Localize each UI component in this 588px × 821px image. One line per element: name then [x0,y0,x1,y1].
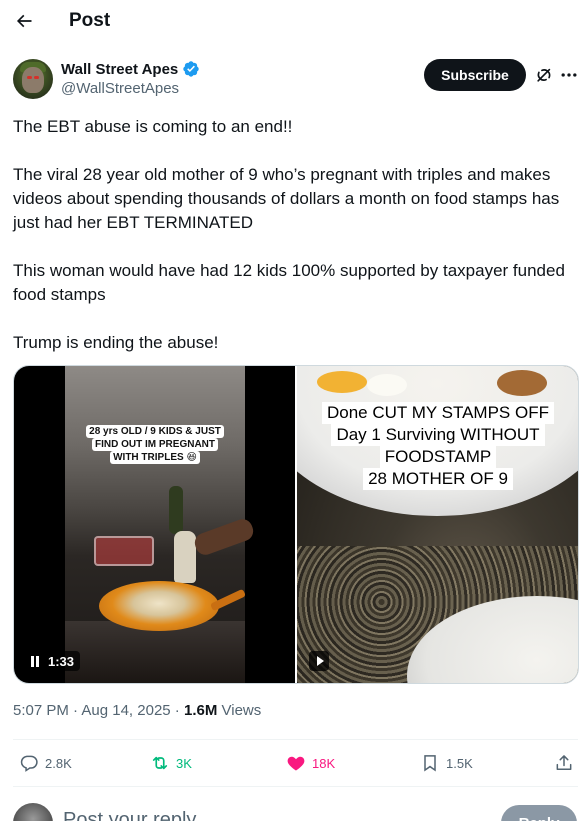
video-overlay-text: Done CUT MY STAMPS OFF Day 1 Surviving W… [307,402,569,490]
share-action[interactable] [554,753,574,773]
meta-separator: · [68,702,82,719]
page-title: Post [69,10,111,31]
food-shape [317,371,367,393]
share-icon [556,755,572,770]
like-action[interactable]: 18K [286,753,335,773]
author-row: Wall Street Apes @WallStreetApes Subscri… [13,59,578,101]
pause-icon[interactable] [30,655,40,667]
overlay-line: 28 MOTHER OF 9 [363,468,513,490]
food-shape [367,374,407,396]
bookmark-count: 1.5K [446,755,473,771]
post-meta: 5:07 PM · Aug 14, 2025 · 1.6M Views [13,702,261,719]
author-handle[interactable]: @WallStreetApes [61,80,179,97]
tweet-paragraph: The viral 28 year old mother of 9 who’s … [13,165,560,232]
reply-icon [20,755,38,772]
author-name-line: Wall Street Apes [61,60,200,78]
bookmark-action[interactable]: 1.5K [420,753,473,773]
video-duration: 1:33 [48,653,75,669]
tweet-paragraph: Trump is ending the abuse! [13,333,219,352]
heart-icon [287,756,305,771]
media-grid: 28 yrs OLD / 9 KIDS & JUST FIND OUT IM P… [13,365,579,684]
video-caption-line: WITH TRIPLES 😆 [110,451,200,464]
tweet-paragraph: This woman would have had 12 kids 100% s… [13,261,565,304]
overlay-line: FOODSTAMP [379,446,497,468]
action-bar: 2.8K 3K 18K 1.5K [13,739,578,787]
reply-composer: Post your reply Reply [13,803,578,821]
video-left[interactable]: 28 yrs OLD / 9 KIDS & JUST FIND OUT IM P… [14,366,295,683]
reply-action[interactable]: 2.8K [19,753,72,773]
subscribe-button[interactable]: Subscribe [424,59,526,91]
overlay-line: Day 1 Surviving WITHOUT [331,424,545,446]
views-count: 1.6M [183,702,218,719]
repost-action[interactable]: 3K [150,753,192,773]
video-caption: 28 yrs OLD / 9 KIDS & JUST FIND OUT IM P… [80,423,230,466]
reply-input[interactable]: Post your reply [63,809,196,821]
verified-badge-icon[interactable] [182,60,200,78]
views-label: Views [217,702,262,719]
reply-count: 2.8K [45,755,72,771]
container-shape [94,536,154,566]
video-caption-line: FIND OUT IM PREGNANT [92,438,218,451]
back-button[interactable] [12,9,36,33]
author-display-name[interactable]: Wall Street Apes [61,61,178,78]
meta-separator: · [170,702,184,719]
tweet-text: The EBT abuse is coming to an end!! The … [13,115,578,355]
reply-button[interactable]: Reply [501,805,577,821]
grok-icon[interactable] [534,65,554,85]
pan-shape [99,581,219,631]
plant-shape [169,486,183,534]
video-timer[interactable]: 1:33 [24,651,81,671]
food-shape [497,370,547,396]
repost-count: 3K [176,755,192,771]
user-avatar[interactable] [13,803,53,821]
overlay-line: Done CUT MY STAMPS OFF [322,402,554,424]
author-avatar[interactable] [13,59,53,99]
video-right[interactable]: Done CUT MY STAMPS OFF Day 1 Surviving W… [297,366,578,683]
top-header: Post [0,0,588,42]
video-caption-line: 28 yrs OLD / 9 KIDS & JUST [86,425,224,438]
repost-icon [152,756,168,770]
post-date[interactable]: Aug 14, 2025 [81,702,170,719]
bottle-shape [174,531,196,583]
more-icon[interactable] [559,65,579,85]
bookmark-icon [424,755,436,772]
like-count: 18K [312,755,336,771]
play-icon[interactable] [309,651,329,671]
post-time[interactable]: 5:07 PM [13,702,69,719]
back-arrow-icon [16,14,32,28]
tweet-paragraph: The EBT abuse is coming to an end!! [13,117,293,136]
